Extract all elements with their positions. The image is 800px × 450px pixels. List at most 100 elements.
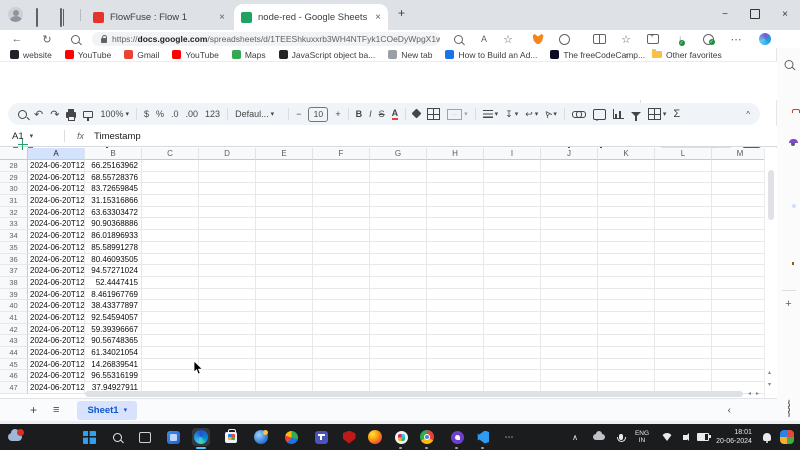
decrease-decimals-button[interactable]: .0 [171, 109, 179, 119]
zoom-out-button[interactable] [450, 30, 466, 48]
column-header-6[interactable]: G [370, 148, 427, 160]
vertical-scrollbar-track[interactable]: ▴ ▾ [764, 148, 777, 398]
chrome-button[interactable] [418, 428, 436, 446]
column-header-2[interactable]: C [142, 148, 199, 160]
extension-button[interactable] [556, 30, 572, 48]
store-button[interactable] [222, 428, 240, 446]
cell-value[interactable]: 85.58991278 [85, 242, 142, 254]
cell-value[interactable]: 96.55316199 [85, 370, 142, 382]
metamask-extension-button[interactable] [530, 30, 546, 48]
collapse-side-panel-button[interactable]: ‹ [728, 405, 731, 416]
empty-cells[interactable] [142, 195, 765, 207]
bookmark-3[interactable]: YouTube [172, 50, 218, 60]
column-header-5[interactable]: F [313, 148, 370, 160]
github-desktop-button[interactable] [448, 428, 466, 446]
row-header[interactable]: 38 [0, 277, 28, 289]
empty-cells[interactable] [142, 300, 765, 312]
row-header[interactable]: 39 [0, 289, 28, 301]
cell-value[interactable]: 52.4447415 [85, 277, 142, 289]
window-close-button[interactable]: × [770, 0, 800, 28]
address-bar[interactable]: https://docs.google.com/spreadsheets/d/1… [92, 32, 440, 46]
cell-value[interactable]: 63.63303472 [85, 207, 142, 219]
italic-button[interactable]: I [369, 109, 372, 119]
taskbar-overflow-button[interactable]: ⋯ [500, 428, 518, 446]
tray-chevron-button[interactable]: ∧ [566, 428, 584, 446]
teams-button[interactable] [312, 428, 330, 446]
row-header[interactable]: 31 [0, 195, 28, 207]
empty-cells[interactable] [142, 324, 765, 336]
strikethrough-button[interactable]: S [379, 109, 385, 119]
profile-button[interactable] [8, 7, 23, 22]
cell-value[interactable]: 90.56748365 [85, 335, 142, 347]
hide-menus-button[interactable]: ^ [746, 110, 750, 119]
font-family-select[interactable]: Defaul...▾ [235, 109, 281, 119]
cell-timestamp[interactable]: 2024-06-20T12:2 [28, 207, 85, 219]
row-header[interactable]: 44 [0, 347, 28, 359]
cell-value[interactable]: 14.26839541 [85, 359, 142, 371]
meet-app-button[interactable] [282, 428, 300, 446]
bookmark-5[interactable]: JavaScript object ba... [279, 50, 376, 60]
column-header-10[interactable]: K [598, 148, 655, 160]
zoom-select[interactable]: 100%▾ [100, 109, 129, 119]
column-header-8[interactable]: I [484, 148, 541, 160]
row-header[interactable]: 36 [0, 254, 28, 266]
print-button[interactable] [66, 110, 76, 118]
search-button[interactable] [66, 30, 84, 48]
functions-button[interactable]: Σ [673, 108, 680, 120]
language-indicator[interactable]: ENGIN [632, 428, 652, 446]
sidebar-settings-button[interactable] [788, 400, 790, 418]
browser-essentials-button[interactable]: ✓ [700, 30, 716, 48]
empty-cells[interactable] [142, 347, 765, 359]
insert-comment-button[interactable] [593, 109, 606, 120]
empty-cells[interactable] [142, 183, 765, 195]
tab-close-icon[interactable]: × [219, 12, 225, 23]
cell-timestamp[interactable]: 2024-06-20T12:2 [28, 218, 85, 230]
cell-timestamp[interactable]: 2024-06-20T12:2 [28, 347, 85, 359]
empty-cells[interactable] [142, 254, 765, 266]
onedrive-tray-button[interactable] [590, 428, 608, 446]
browser-tab-flowfuse[interactable]: FlowFuse : Flow 1 × [86, 4, 232, 30]
bookmark-4[interactable]: Maps [232, 50, 266, 60]
mcafee-button[interactable] [340, 428, 358, 446]
table-views-button[interactable]: ▾ [648, 108, 667, 120]
tab-actions-button[interactable] [60, 9, 62, 27]
formula-input[interactable]: Timestamp [94, 131, 141, 142]
row-header[interactable]: 43 [0, 335, 28, 347]
task-view-button[interactable] [136, 428, 154, 446]
empty-cells[interactable] [142, 160, 765, 172]
text-wrap-button[interactable]: ↩▾ [525, 109, 538, 120]
empty-cells[interactable] [142, 265, 765, 277]
notifications-button[interactable] [758, 428, 776, 446]
sheet-tab-sheet1[interactable]: Sheet1 ▾ [77, 401, 137, 420]
downloads-button[interactable]: ↓✓ [672, 30, 688, 48]
column-header-12[interactable]: M [712, 148, 765, 160]
cell-timestamp[interactable]: 2024-06-20T12:2 [28, 230, 85, 242]
cell-value[interactable]: 59.39396667 [85, 324, 142, 336]
cell-timestamp[interactable]: 2024-06-20T12:2 [28, 265, 85, 277]
empty-cells[interactable] [142, 218, 765, 230]
start-button[interactable] [80, 428, 98, 446]
add-sheet-button[interactable]: + [30, 403, 37, 417]
more-formats-button[interactable]: 123 [205, 109, 220, 119]
row-header[interactable]: 33 [0, 218, 28, 230]
other-favorites-button[interactable]: Other favorites [652, 50, 722, 60]
row-header[interactable]: 40 [0, 300, 28, 312]
taskbar-search-button[interactable] [108, 428, 126, 446]
cell-timestamp[interactable]: 2024-06-20T12:2 [28, 277, 85, 289]
weather-widget-button[interactable] [6, 428, 24, 446]
empty-cells[interactable] [142, 312, 765, 324]
empty-cells[interactable] [142, 289, 765, 301]
scroll-right-icon[interactable]: ▸ [756, 391, 759, 397]
column-header-3[interactable]: D [199, 148, 256, 160]
empty-cells[interactable] [142, 207, 765, 219]
format-percent-button[interactable]: % [156, 109, 164, 119]
scroll-left-icon[interactable]: ◂ [748, 391, 751, 397]
volume-tray-button[interactable] [676, 428, 694, 446]
window-restore-button[interactable] [740, 0, 770, 28]
sidebar-search-button[interactable] [784, 56, 793, 74]
firefox-button[interactable] [366, 428, 384, 446]
vertical-scrollbar[interactable] [768, 170, 774, 220]
cell-timestamp[interactable]: 2024-06-20T12:2 [28, 289, 85, 301]
read-aloud-button[interactable]: A [476, 30, 492, 48]
empty-cells[interactable] [142, 370, 765, 382]
